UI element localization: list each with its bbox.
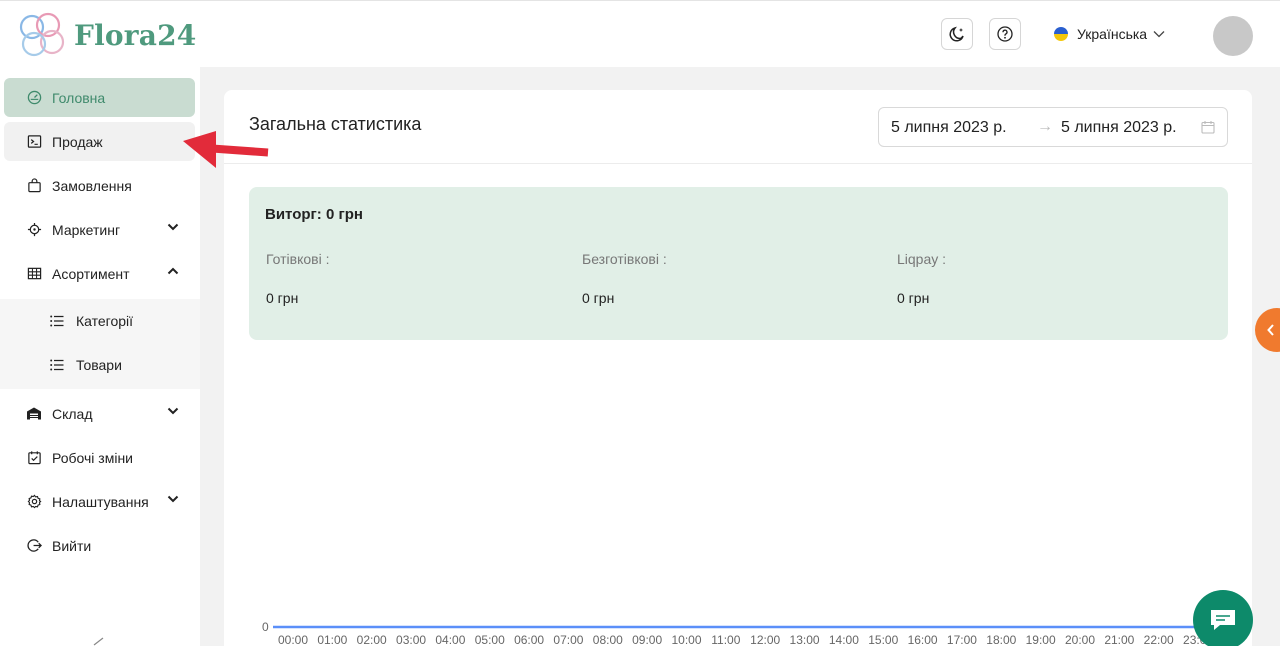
warehouse-icon — [26, 406, 42, 422]
bag-icon — [26, 178, 42, 194]
chat-icon — [1211, 610, 1235, 630]
sidebar-subitem-label: Товари — [76, 357, 122, 373]
terminal-icon — [26, 134, 42, 150]
stat-value-cashless: 0 грн — [582, 290, 615, 306]
moon-icon — [949, 26, 964, 42]
sidebar-item-label: Склад — [52, 405, 93, 422]
sidebar-item-label: Головна — [52, 89, 106, 106]
table-icon — [26, 266, 42, 282]
language-selector[interactable]: Українська — [1054, 26, 1165, 42]
sidebar-subitem-categories[interactable]: Категорії — [0, 299, 200, 343]
chat-button[interactable] — [1193, 590, 1253, 646]
revenue-summary: Виторг: 0 грн Готівкові : 0 грн Безготів… — [249, 187, 1228, 340]
help-button[interactable] — [989, 18, 1021, 50]
chevron-down-icon — [167, 223, 179, 231]
logout-icon — [26, 538, 42, 554]
revenue-total: Виторг: 0 грн — [265, 206, 363, 223]
list-icon — [50, 357, 66, 373]
sidebar-item-home[interactable]: Головна — [4, 78, 195, 117]
theme-toggle-button[interactable] — [941, 18, 973, 50]
date-from-field[interactable]: 5 липня 2023 р. — [891, 119, 1007, 137]
side-panel-toggle[interactable] — [1255, 308, 1280, 352]
sidebar-item-label: Робочі зміни — [52, 449, 134, 466]
dashboard-icon — [26, 90, 42, 106]
sidebar: Головна Продаж Замовлення Маркетинг Асор… — [0, 67, 200, 646]
sidebar-item-shifts[interactable]: Робочі зміни — [4, 438, 195, 477]
chevron-left-icon — [1267, 324, 1274, 336]
logo-flower-icon — [19, 12, 65, 57]
sidebar-subitem-label: Категорії — [76, 313, 134, 329]
sidebar-item-warehouse[interactable]: Склад — [4, 394, 195, 433]
logo-text: Flora24 — [74, 18, 197, 52]
chevron-down-icon — [1153, 31, 1165, 38]
avatar[interactable] — [1213, 16, 1253, 56]
stat-value-cash: 0 грн — [266, 290, 299, 306]
language-label: Українська — [1077, 26, 1148, 42]
arrow-right-icon: → — [1037, 118, 1053, 135]
stat-value-liqpay: 0 грн — [897, 290, 930, 306]
pointer-arrow-icon — [183, 131, 269, 168]
top-header: Flora24 Українська — [0, 0, 1280, 67]
calendar-check-icon — [26, 450, 42, 466]
question-icon — [997, 26, 1013, 42]
card-divider — [224, 163, 1252, 164]
sidebar-item-label: Налаштування — [52, 493, 149, 510]
sidebar-item-assortment[interactable]: Асортимент — [4, 254, 195, 293]
list-icon — [50, 313, 66, 329]
logo[interactable]: Flora24 — [14, 9, 196, 61]
sidebar-item-label: Продаж — [52, 133, 103, 150]
sidebar-item-logout[interactable]: Вийти — [4, 526, 195, 565]
sidebar-item-label: Вийти — [52, 537, 92, 554]
sidebar-item-marketing[interactable]: Маркетинг — [4, 210, 195, 249]
sidebar-item-label: Асортимент — [52, 265, 130, 282]
collapse-sidebar-icon[interactable] — [92, 637, 106, 646]
target-icon — [26, 222, 42, 238]
sidebar-item-label: Маркетинг — [52, 221, 121, 238]
date-to-field[interactable]: 5 липня 2023 р. — [1061, 119, 1177, 137]
assortment-submenu: Категорії Товари — [0, 299, 200, 389]
sidebar-item-sales[interactable]: Продаж — [4, 122, 195, 161]
chevron-down-icon — [167, 407, 179, 415]
date-range-picker[interactable]: 5 липня 2023 р. → 5 липня 2023 р. — [878, 107, 1228, 147]
stat-label-cash: Готівкові : — [266, 251, 330, 267]
stat-label-liqpay: Liqpay : — [897, 251, 947, 267]
sidebar-subitem-products[interactable]: Товари — [0, 343, 200, 387]
gear-icon — [26, 494, 42, 510]
stat-label-cashless: Безготівкові : — [582, 251, 667, 267]
statistics-card: Загальна статистика 5 липня 2023 р. → 5 … — [224, 90, 1252, 646]
chevron-down-icon — [167, 495, 179, 503]
sidebar-item-settings[interactable]: Налаштування — [4, 482, 195, 521]
calendar-icon — [1201, 121, 1215, 134]
sidebar-item-label: Замовлення — [52, 177, 132, 194]
page-title: Загальна статистика — [249, 114, 422, 134]
sidebar-item-orders[interactable]: Замовлення — [4, 166, 195, 205]
chevron-up-icon — [167, 267, 179, 275]
ukraine-flag-icon — [1054, 27, 1068, 41]
